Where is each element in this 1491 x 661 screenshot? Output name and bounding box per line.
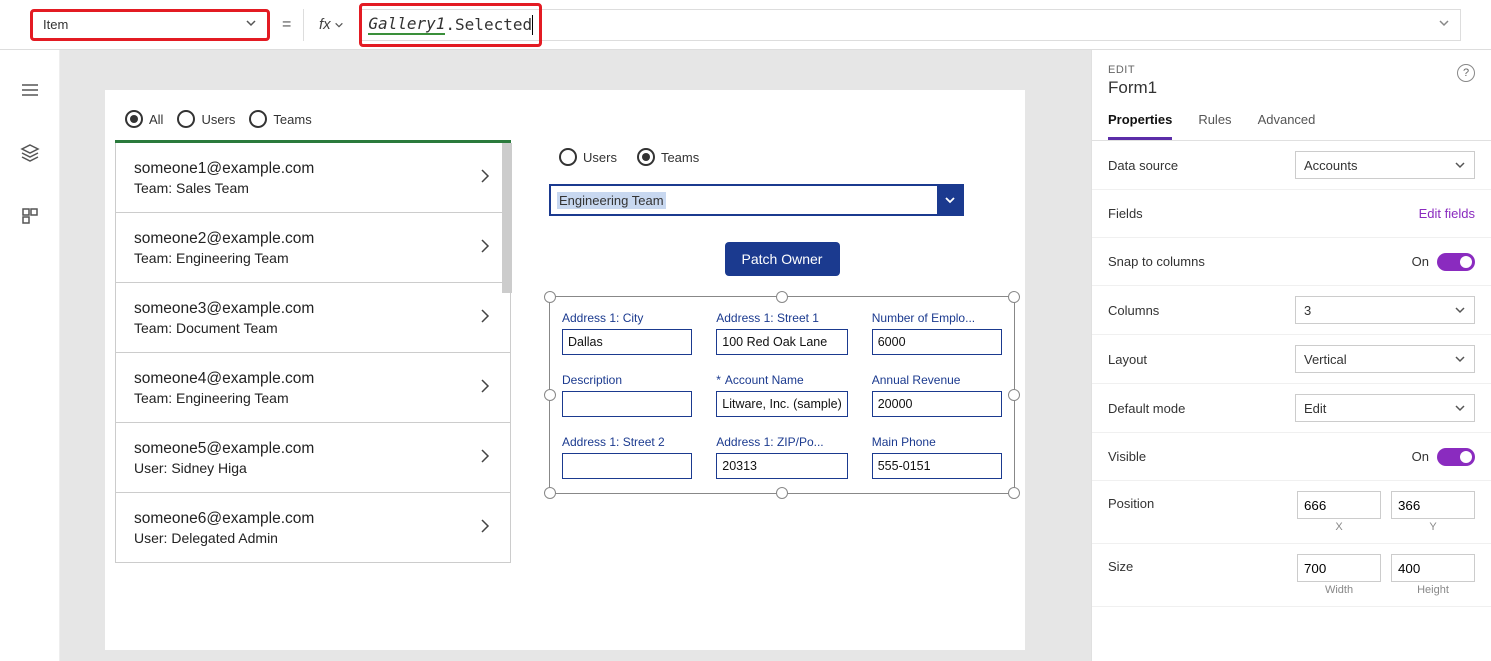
datasource-dropdown[interactable]: Accounts [1295,151,1475,179]
resize-handle[interactable] [1008,389,1020,401]
label-position: Position [1108,491,1154,511]
position-x-input[interactable] [1297,491,1381,519]
radio-users[interactable]: Users [177,110,235,128]
components-icon[interactable] [20,206,40,229]
resize-handle[interactable] [544,487,556,499]
form1-selection[interactable]: Address 1: CityDallas Address 1: Street … [549,296,1015,494]
hamburger-icon[interactable] [20,80,40,103]
form-field: Address 1: Street 2 [562,435,692,479]
layers-icon[interactable] [20,143,40,166]
chevron-right-icon [478,306,492,329]
address1-city-input[interactable]: Dallas [562,329,692,355]
chevron-down-icon [937,184,963,216]
resize-handle[interactable] [1008,487,1020,499]
annual-revenue-input[interactable]: 20000 [872,391,1002,417]
panel-mode: EDIT [1108,64,1157,76]
size-height-input[interactable] [1391,554,1475,582]
form-field: Address 1: ZIP/Po...20313 [716,435,847,479]
visible-toggle[interactable] [1437,448,1475,466]
form-field: *Account NameLitware, Inc. (sample) [716,373,847,417]
gallery-item[interactable]: someone2@example.comTeam: Engineering Te… [115,213,511,283]
patch-owner-button[interactable]: Patch Owner [725,242,840,276]
formula-highlight: Gallery1 .Selected [359,3,542,47]
canvas-area[interactable]: All Users Teams someone1@example.comTeam… [60,50,1091,661]
label-fields: Fields [1108,206,1143,221]
layout-dropdown[interactable]: Vertical [1295,345,1475,373]
owner-type-radio-group: Users Teams [549,148,1015,166]
chevron-right-icon [478,236,492,259]
form-field: Annual Revenue20000 [872,373,1002,417]
formula-token-gallery1: Gallery1 [368,14,445,35]
resize-handle[interactable] [776,487,788,499]
resize-handle[interactable] [544,291,556,303]
position-y-input[interactable] [1391,491,1475,519]
address1-zip-input[interactable]: 20313 [716,453,847,479]
gallery-item[interactable]: someone6@example.comUser: Delegated Admi… [115,493,511,563]
formula-bar: Item = fx Gallery1 .Selected [0,0,1491,50]
chevron-right-icon [478,516,492,539]
radio-users-2[interactable]: Users [559,148,617,166]
radio-all[interactable]: All [125,110,163,128]
label-layout: Layout [1108,352,1147,367]
default-mode-dropdown[interactable]: Edit [1295,394,1475,422]
gallery-item[interactable]: someone4@example.comTeam: Engineering Te… [115,353,511,423]
tab-rules[interactable]: Rules [1198,112,1231,140]
tab-properties[interactable]: Properties [1108,112,1172,140]
gallery-item[interactable]: someone5@example.comUser: Sidney Higa [115,423,511,493]
account-name-input[interactable]: Litware, Inc. (sample) [716,391,847,417]
form-field: Number of Emplo...6000 [872,311,1002,355]
chevron-right-icon [478,376,492,399]
formula-expand-icon[interactable] [1438,17,1450,32]
equals-sign: = [282,16,291,34]
label-columns: Columns [1108,303,1159,318]
label-snap: Snap to columns [1108,254,1205,269]
radio-teams-2[interactable]: Teams [637,148,699,166]
form-field: Address 1: CityDallas [562,311,692,355]
radio-teams[interactable]: Teams [249,110,311,128]
app-preview: All Users Teams someone1@example.comTeam… [105,90,1025,650]
address1-street1-input[interactable]: 100 Red Oak Lane [716,329,847,355]
chevron-right-icon [478,446,492,469]
form-field: Address 1: Street 1100 Red Oak Lane [716,311,847,355]
help-icon[interactable]: ? [1457,64,1475,82]
label-visible: Visible [1108,449,1146,464]
label-datasource: Data source [1108,158,1178,173]
formula-input[interactable]: Gallery1 .Selected [360,9,1461,41]
formula-token-selected: .Selected [445,15,532,34]
fx-button[interactable]: fx [303,9,348,41]
gallery-item[interactable]: someone3@example.comTeam: Document Team [115,283,511,353]
panel-tabs: Properties Rules Advanced [1092,102,1491,141]
properties-panel: EDIT Form1 ? Properties Rules Advanced D… [1091,50,1491,661]
address1-street2-input[interactable] [562,453,692,479]
combobox-value: Engineering Team [557,192,666,209]
team-combobox[interactable]: Engineering Team [549,184,964,216]
chevron-right-icon [478,166,492,189]
text-cursor [532,15,533,35]
main-phone-input[interactable]: 555-0151 [872,453,1002,479]
resize-handle[interactable] [544,389,556,401]
gallery-item[interactable]: someone1@example.comTeam: Sales Team [115,143,511,213]
property-dropdown[interactable]: Item [30,9,270,41]
resize-handle[interactable] [776,291,788,303]
label-size: Size [1108,554,1133,574]
resize-handle[interactable] [1008,291,1020,303]
panel-title: Form1 [1108,78,1157,98]
property-dropdown-label: Item [43,17,68,32]
edit-fields-link[interactable]: Edit fields [1419,206,1475,221]
snap-toggle[interactable] [1437,253,1475,271]
form-field: Main Phone555-0151 [872,435,1002,479]
form-field: Description [562,373,692,417]
label-default-mode: Default mode [1108,401,1185,416]
tab-advanced[interactable]: Advanced [1258,112,1316,140]
filter-radio-group: All Users Teams [115,104,1015,140]
gallery1[interactable]: someone1@example.comTeam: Sales Team som… [115,140,511,563]
description-input[interactable] [562,391,692,417]
size-width-input[interactable] [1297,554,1381,582]
employees-input[interactable]: 6000 [872,329,1002,355]
chevron-down-icon [245,17,257,32]
scrollbar[interactable] [502,143,512,293]
columns-dropdown[interactable]: 3 [1295,296,1475,324]
left-rail [0,50,60,661]
